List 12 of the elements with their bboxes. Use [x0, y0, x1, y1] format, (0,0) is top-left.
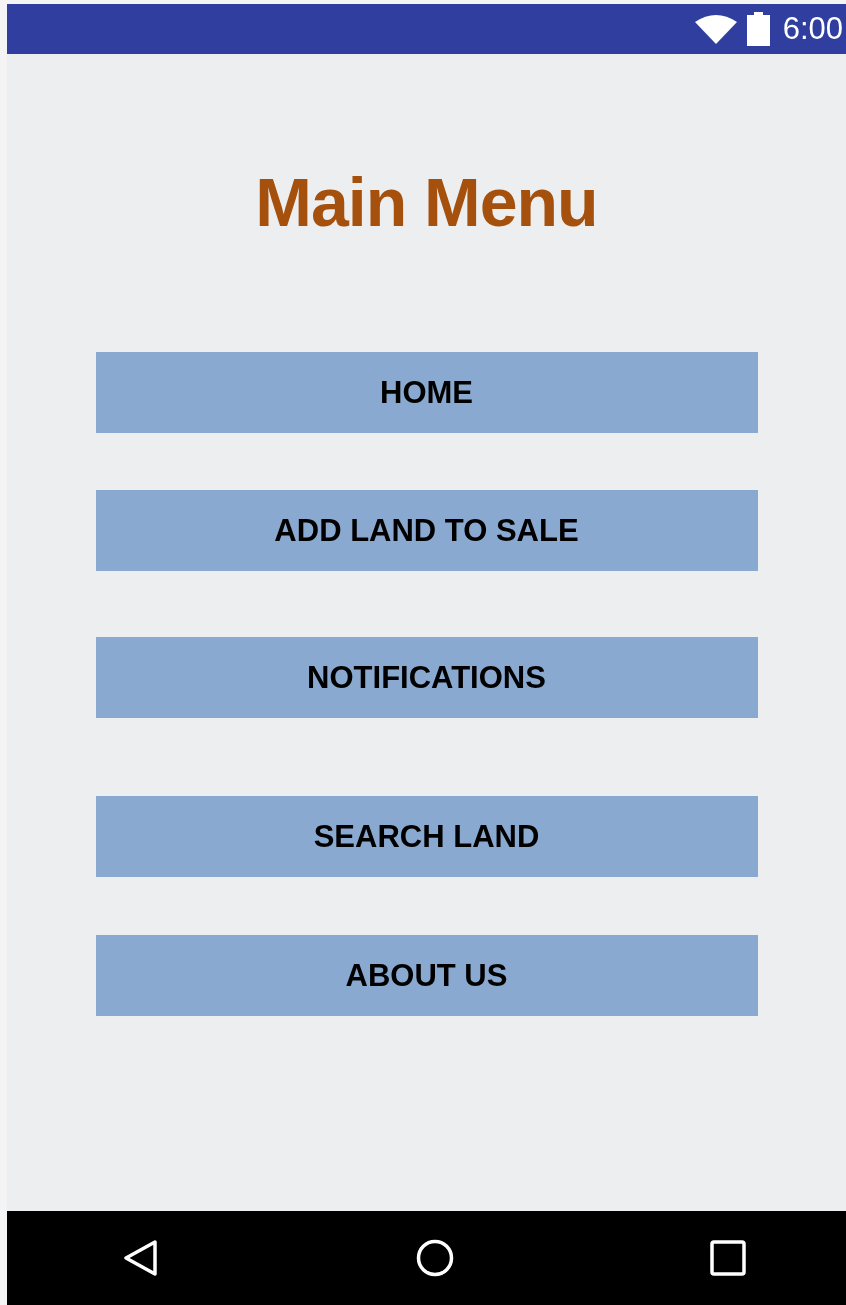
menu-button[interactable]: NOTIFICATIONS	[95, 637, 758, 718]
back-icon[interactable]	[122, 1239, 160, 1277]
wifi-icon	[694, 14, 737, 44]
home-icon[interactable]	[415, 1239, 454, 1277]
screen-title: Main Menu	[255, 163, 598, 242]
menu-button[interactable]: SEARCH LAND	[95, 796, 758, 877]
status-time: 6:00	[782, 11, 843, 47]
menu-button[interactable]: HOME	[95, 352, 758, 433]
menu-button[interactable]: ADD LAND TO SALE	[95, 490, 758, 571]
menu-button[interactable]: ABOUT US	[95, 935, 758, 1016]
recent-apps-icon[interactable]	[709, 1239, 747, 1277]
battery-icon	[746, 12, 770, 46]
